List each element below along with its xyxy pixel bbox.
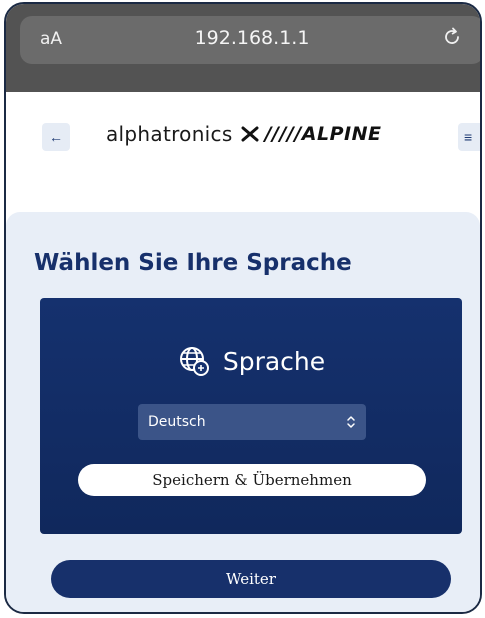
select-chevron-icon <box>347 416 355 428</box>
address-bar[interactable]: aA 192.168.1.1 <box>20 16 480 64</box>
language-section: Wählen Sie Ihre Sprache Sprache Deutsch <box>6 212 480 612</box>
arrow-left-icon: ← <box>49 129 63 145</box>
back-button[interactable]: ← <box>42 123 70 151</box>
next-button[interactable]: Weiter <box>51 560 451 598</box>
logo-x-icon <box>241 126 259 142</box>
menu-button[interactable]: ≡ <box>458 123 480 151</box>
language-panel: Sprache Deutsch Speichern & Übernehmen <box>40 298 462 534</box>
brand-logo: alphatronics /////ALPINE <box>106 122 381 146</box>
panel-heading: Sprache <box>40 344 462 378</box>
site-header: ← alphatronics /////ALPINE ≡ <box>6 92 480 212</box>
hamburger-menu-icon: ≡ <box>464 129 473 145</box>
panel-heading-label: Sprache <box>222 346 326 376</box>
logo-alphatronics: alphatronics <box>106 122 233 146</box>
save-apply-button[interactable]: Speichern & Übernehmen <box>78 464 426 496</box>
reload-icon[interactable] <box>440 25 464 49</box>
browser-frame: aA 192.168.1.1 ← alphatronics /////ALPIN… <box>4 2 482 614</box>
url-text[interactable]: 192.168.1.1 <box>20 27 480 49</box>
page-title: Wählen Sie Ihre Sprache <box>34 250 352 276</box>
globe-icon <box>179 347 209 376</box>
browser-toolbar: aA 192.168.1.1 <box>6 4 480 92</box>
language-select[interactable]: Deutsch <box>138 404 366 440</box>
logo-alpine: /////ALPINE <box>264 123 382 145</box>
language-select-value: Deutsch <box>148 414 206 430</box>
